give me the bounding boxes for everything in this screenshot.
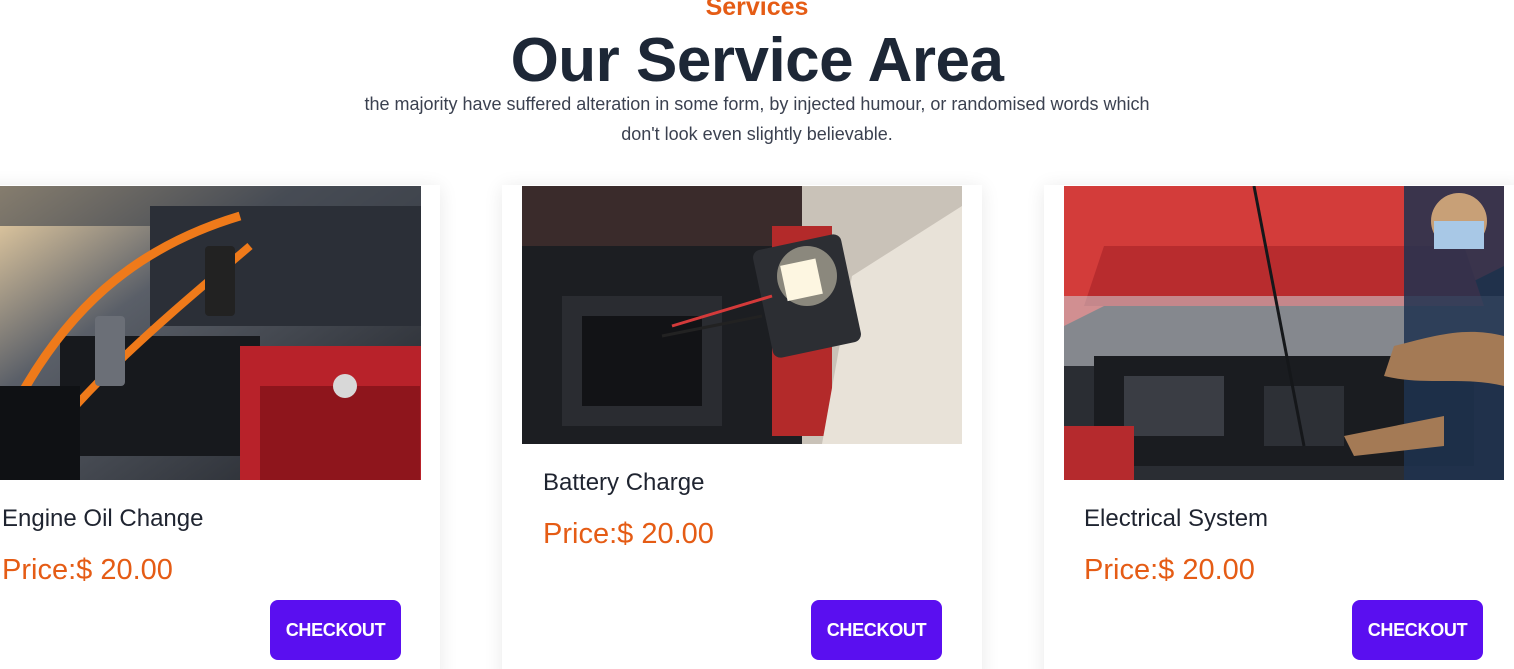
checkout-button[interactable]: CHECKOUT bbox=[270, 600, 401, 660]
service-card-engine-oil: Engine Oil Change Price:$ 20.00 CHECKOUT bbox=[0, 185, 440, 669]
section-eyebrow: Services bbox=[705, 0, 809, 21]
service-price: Price:$ 20.00 bbox=[543, 518, 714, 550]
section-description: the majority have suffered alteration in… bbox=[364, 94, 1150, 144]
service-card-electrical-system: Electrical System Price:$ 20.00 CHECKOUT bbox=[1044, 185, 1514, 669]
service-price: Price:$ 20.00 bbox=[2, 554, 173, 586]
engine-jumper-cables-photo bbox=[0, 186, 421, 480]
service-title: Engine Oil Change bbox=[2, 505, 204, 532]
service-title: Electrical System bbox=[1084, 505, 1269, 532]
section-title: Our Service Area bbox=[510, 26, 1004, 95]
checkout-button[interactable]: CHECKOUT bbox=[1352, 600, 1483, 660]
service-card-battery-charge: Battery Charge Price:$ 20.00 CHECKOUT bbox=[502, 185, 982, 669]
checkout-button[interactable]: CHECKOUT bbox=[811, 600, 942, 660]
service-price: Price:$ 20.00 bbox=[1084, 554, 1255, 586]
battery-tester-photo bbox=[522, 186, 962, 444]
mechanic-open-hood-photo bbox=[1064, 186, 1504, 480]
services-page: Services Our Service Area the majority h… bbox=[0, 0, 1514, 669]
service-title: Battery Charge bbox=[543, 469, 705, 496]
